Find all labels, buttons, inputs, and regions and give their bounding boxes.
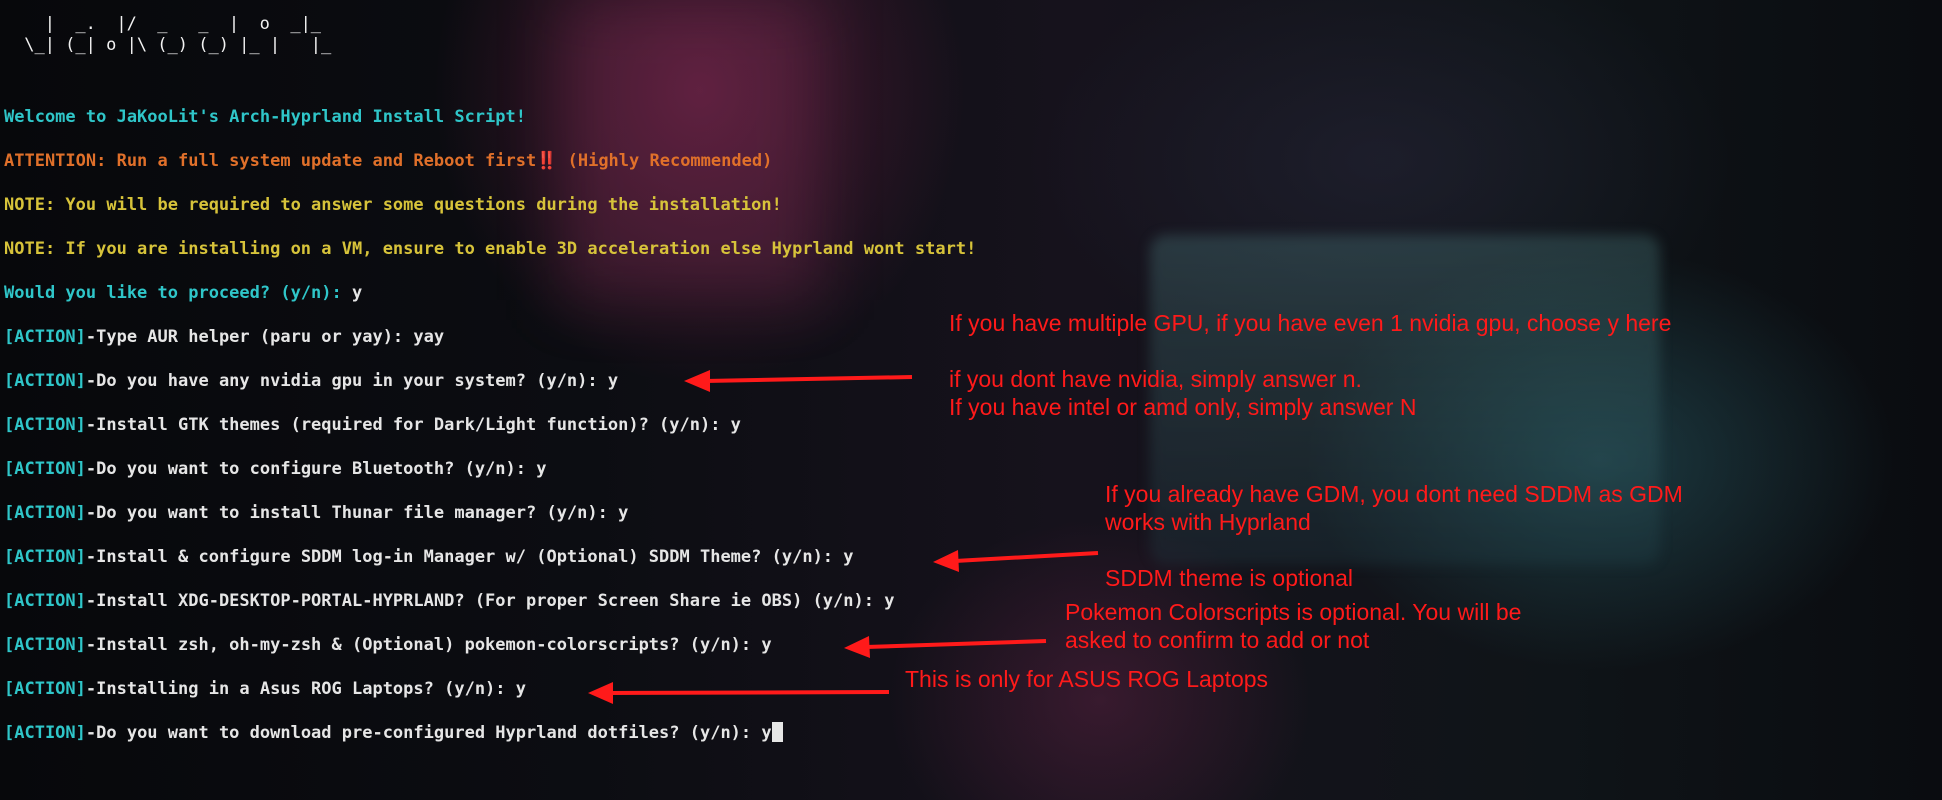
arrow-pokemon — [844, 636, 1047, 658]
arrow-rog — [588, 682, 890, 704]
annotation-arrows — [588, 370, 1099, 704]
arrow-sddm — [933, 550, 1099, 572]
arrow-nvidia — [684, 370, 913, 392]
